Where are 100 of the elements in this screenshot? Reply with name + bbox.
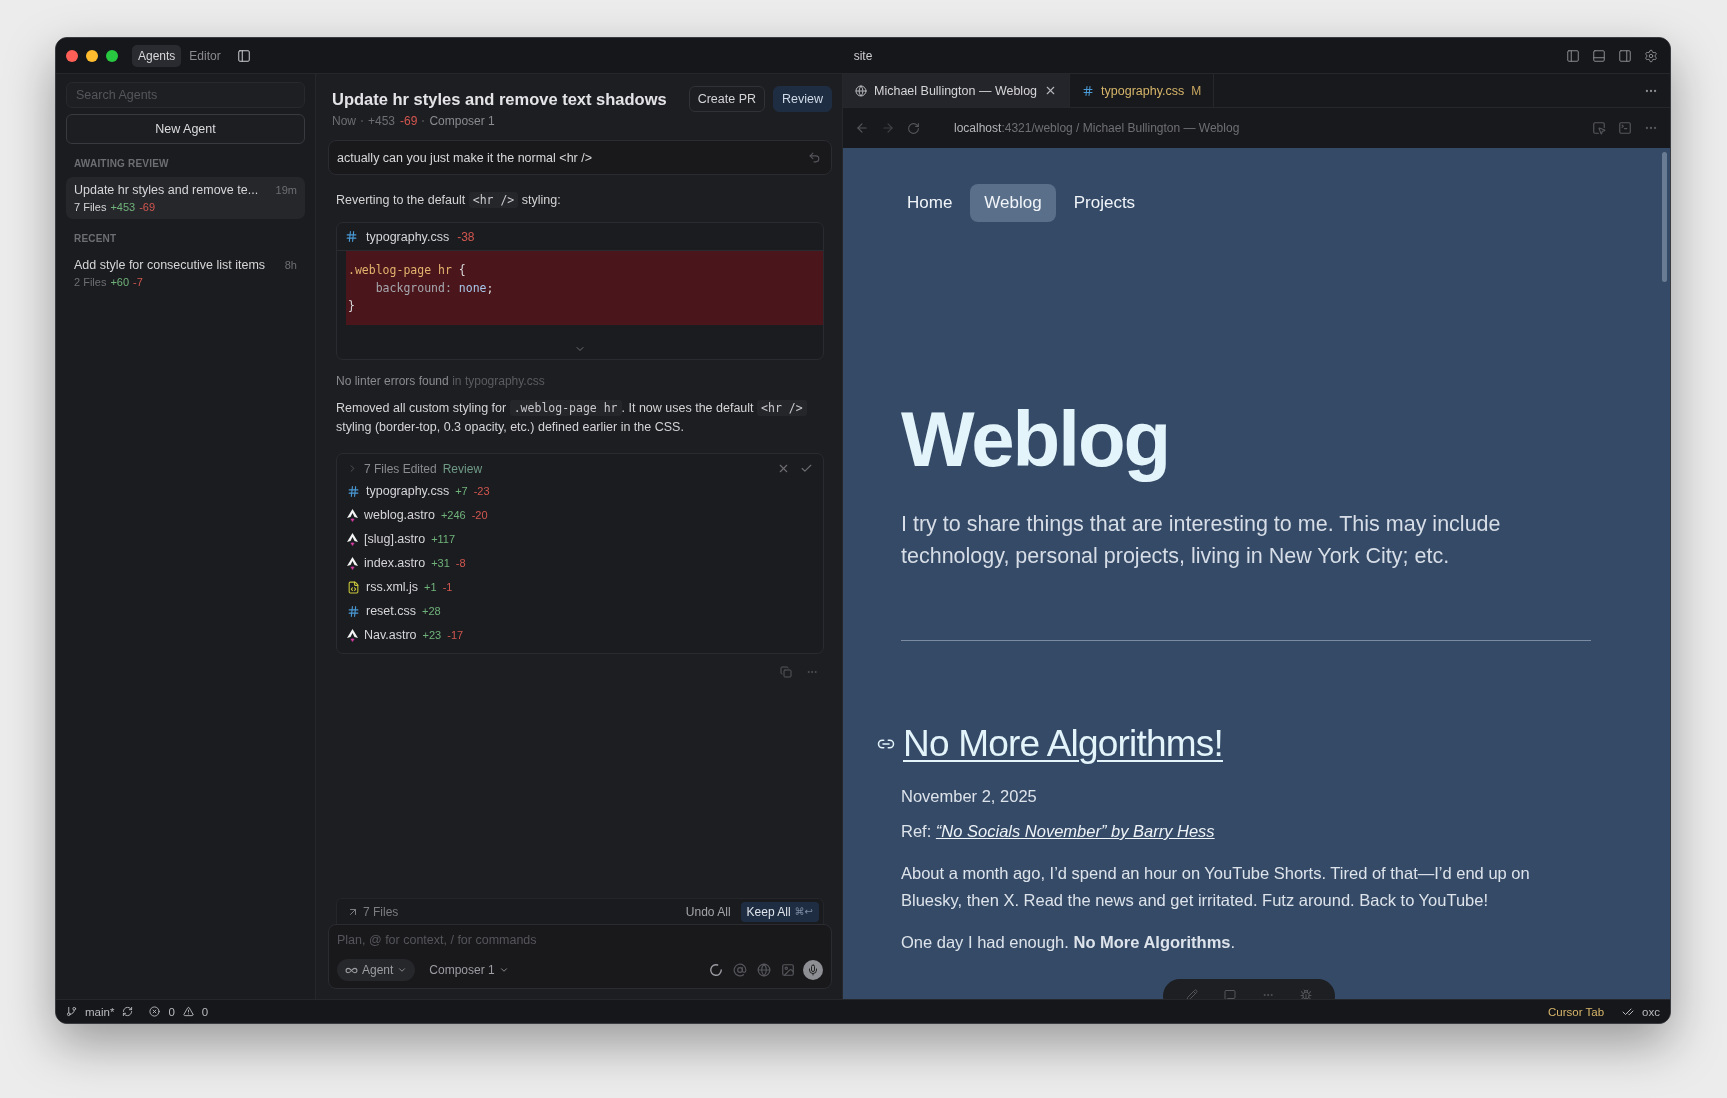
browser-tab[interactable]: Michael Bullington — Weblog bbox=[843, 74, 1071, 107]
file-name: Nav.astro bbox=[364, 628, 417, 642]
file-name: index.astro bbox=[364, 556, 426, 570]
added-count: +28 bbox=[422, 605, 441, 617]
prompt-field[interactable]: Plan, @ for context, / for commands bbox=[337, 933, 823, 947]
agent-time: 19m bbox=[275, 184, 297, 196]
edited-file-row[interactable]: Nav.astro +23 -17 bbox=[337, 623, 823, 647]
create-pr-button[interactable]: Create PR bbox=[688, 86, 765, 112]
select-element-icon[interactable] bbox=[1590, 119, 1608, 137]
added-count: +246 bbox=[440, 509, 466, 521]
file-count: 7 Files bbox=[74, 201, 107, 213]
image-icon[interactable] bbox=[779, 961, 797, 979]
file-name: reset.css bbox=[366, 604, 416, 618]
undo-all-button[interactable]: Undo All bbox=[679, 901, 737, 922]
tab-label: Michael Bullington — Weblog bbox=[874, 83, 1038, 98]
nav-link[interactable]: Projects bbox=[1059, 184, 1150, 222]
edited-file-row[interactable]: typography.css +7 -23 bbox=[337, 479, 823, 503]
agent-time: 8h bbox=[284, 259, 297, 271]
removed-count: -7 bbox=[133, 276, 143, 288]
mention-icon[interactable] bbox=[731, 961, 749, 979]
new-agent-button[interactable]: New Agent bbox=[66, 114, 305, 144]
agent-title: Update hr styles and remove te... bbox=[74, 183, 259, 197]
section-heading: RECENT bbox=[73, 232, 118, 246]
bug-icon[interactable] bbox=[1300, 989, 1312, 999]
agent-title: Add style for consecutive list items bbox=[74, 258, 266, 272]
comment-icon[interactable] bbox=[1224, 989, 1236, 999]
files-edited-label: 7 Files Edited bbox=[364, 461, 437, 476]
rocket-icon bbox=[347, 628, 358, 642]
removed-code: .weblog-page hr { background: none; } bbox=[346, 251, 823, 325]
globe-icon bbox=[855, 84, 867, 97]
globe-icon[interactable] bbox=[755, 961, 773, 979]
removed-count: -23 bbox=[473, 485, 490, 497]
nav-link[interactable]: Home bbox=[893, 184, 967, 222]
file-name: rss.xml.js bbox=[366, 580, 419, 594]
browser-tab[interactable]: typography.css M bbox=[1070, 74, 1215, 107]
nav-link[interactable]: Weblog bbox=[970, 184, 1056, 222]
microphone-icon bbox=[807, 964, 819, 976]
edited-file-row[interactable]: rss.xml.js +1 -1 bbox=[337, 575, 823, 599]
chat-time: Now bbox=[332, 114, 356, 128]
hash-icon bbox=[347, 484, 360, 498]
added-count: +117 bbox=[431, 533, 456, 545]
branch-icon bbox=[66, 1006, 77, 1017]
removed-count: -38 bbox=[457, 229, 475, 244]
rocket-icon bbox=[347, 532, 358, 546]
removed-count: -17 bbox=[447, 629, 464, 641]
model-dropdown[interactable]: Composer 1 bbox=[421, 959, 517, 981]
added-count: +453 bbox=[368, 114, 396, 128]
model-name: Composer 1 bbox=[429, 114, 495, 128]
file-name: weblog.astro bbox=[364, 508, 435, 522]
hash-icon bbox=[1082, 84, 1095, 97]
edited-file-row[interactable]: [slug].astro +117 bbox=[337, 527, 823, 551]
pencil-icon[interactable] bbox=[1186, 989, 1198, 999]
mode-dropdown[interactable]: Agent bbox=[337, 959, 416, 981]
tab-label: typography.css bbox=[1101, 83, 1185, 98]
search-field[interactable]: Search Agents bbox=[66, 82, 305, 108]
error-icon bbox=[149, 1006, 161, 1017]
review-button[interactable]: Review bbox=[773, 86, 832, 112]
file-name: typography.css bbox=[366, 229, 450, 244]
address-bar[interactable]: localhost:4321/weblog / Michael Bullington — Weblog bbox=[954, 121, 1240, 135]
user-message-text: actually can you just make it the normal <hr /> bbox=[337, 150, 592, 165]
error-count: 0 bbox=[168, 1005, 175, 1018]
microphone-button[interactable] bbox=[803, 960, 823, 980]
review-link[interactable]: Review bbox=[442, 461, 483, 476]
rocket-icon bbox=[347, 556, 358, 570]
cursor-tab-status[interactable]: Cursor Tab bbox=[1548, 1005, 1605, 1018]
assistant-text: Reverting to the default <hr /> styling: bbox=[335, 191, 562, 210]
window-title: site bbox=[853, 48, 873, 63]
sync-icon[interactable] bbox=[122, 1006, 134, 1017]
edited-file-row[interactable]: reset.css +28 bbox=[337, 599, 823, 623]
maximize-window-button[interactable] bbox=[106, 49, 118, 62]
linter-status[interactable]: oxc bbox=[1642, 1005, 1660, 1018]
removed-count: -8 bbox=[455, 557, 466, 569]
keep-all-button[interactable]: Keep All ⌘↩ bbox=[740, 901, 819, 922]
post-paragraph: About a month ago, I’d spend an hour on YouTube Shorts. Tired of that—I’d end up on Bluesky, then X. Read the news and get irritated. Futz around. Back to YouTube! bbox=[901, 863, 1531, 911]
branch-name[interactable]: main* bbox=[85, 1005, 115, 1018]
close-window-button[interactable] bbox=[66, 49, 78, 62]
edited-file-row[interactable]: weblog.astro +246 -20 bbox=[337, 503, 823, 527]
post-paragraph: One day I had enough. No More Algorithms. bbox=[901, 932, 1237, 953]
agent-item[interactable]: Add style for consecutive list items 8h 2 Files +60 -7 bbox=[66, 252, 305, 294]
user-message[interactable]: actually can you just make it the normal <hr /> bbox=[328, 140, 832, 175]
agent-item[interactable]: Update hr styles and remove te... 19m 7 Files +453 -69 bbox=[66, 177, 305, 219]
chevron-down-icon bbox=[498, 965, 509, 975]
file-name: [slug].astro bbox=[364, 532, 426, 546]
post-title-link[interactable]: No More Algorithms! bbox=[903, 723, 1223, 765]
minimize-window-button[interactable] bbox=[86, 49, 98, 62]
mode-tab[interactable]: Editor bbox=[183, 44, 227, 67]
modified-label: M bbox=[1191, 83, 1202, 98]
lint-status: No linter errors found in typography.css bbox=[335, 373, 546, 390]
progress-ring-icon[interactable] bbox=[707, 961, 725, 979]
copy-icon[interactable] bbox=[778, 664, 794, 680]
terminal-icon[interactable] bbox=[1616, 119, 1634, 137]
hash-icon bbox=[347, 604, 360, 618]
added-count: +1 bbox=[424, 581, 437, 593]
section-heading: AWAITING REVIEW bbox=[73, 157, 170, 171]
warning-count: 0 bbox=[201, 1005, 209, 1018]
reference-link[interactable]: “No Socials November” by Barry Hess bbox=[935, 822, 1215, 840]
file-count: 2 Files bbox=[74, 276, 107, 288]
edited-file-row[interactable]: index.astro +31 -8 bbox=[337, 551, 823, 575]
mode-tab[interactable]: Agents bbox=[132, 44, 182, 67]
added-count: +23 bbox=[422, 629, 442, 641]
